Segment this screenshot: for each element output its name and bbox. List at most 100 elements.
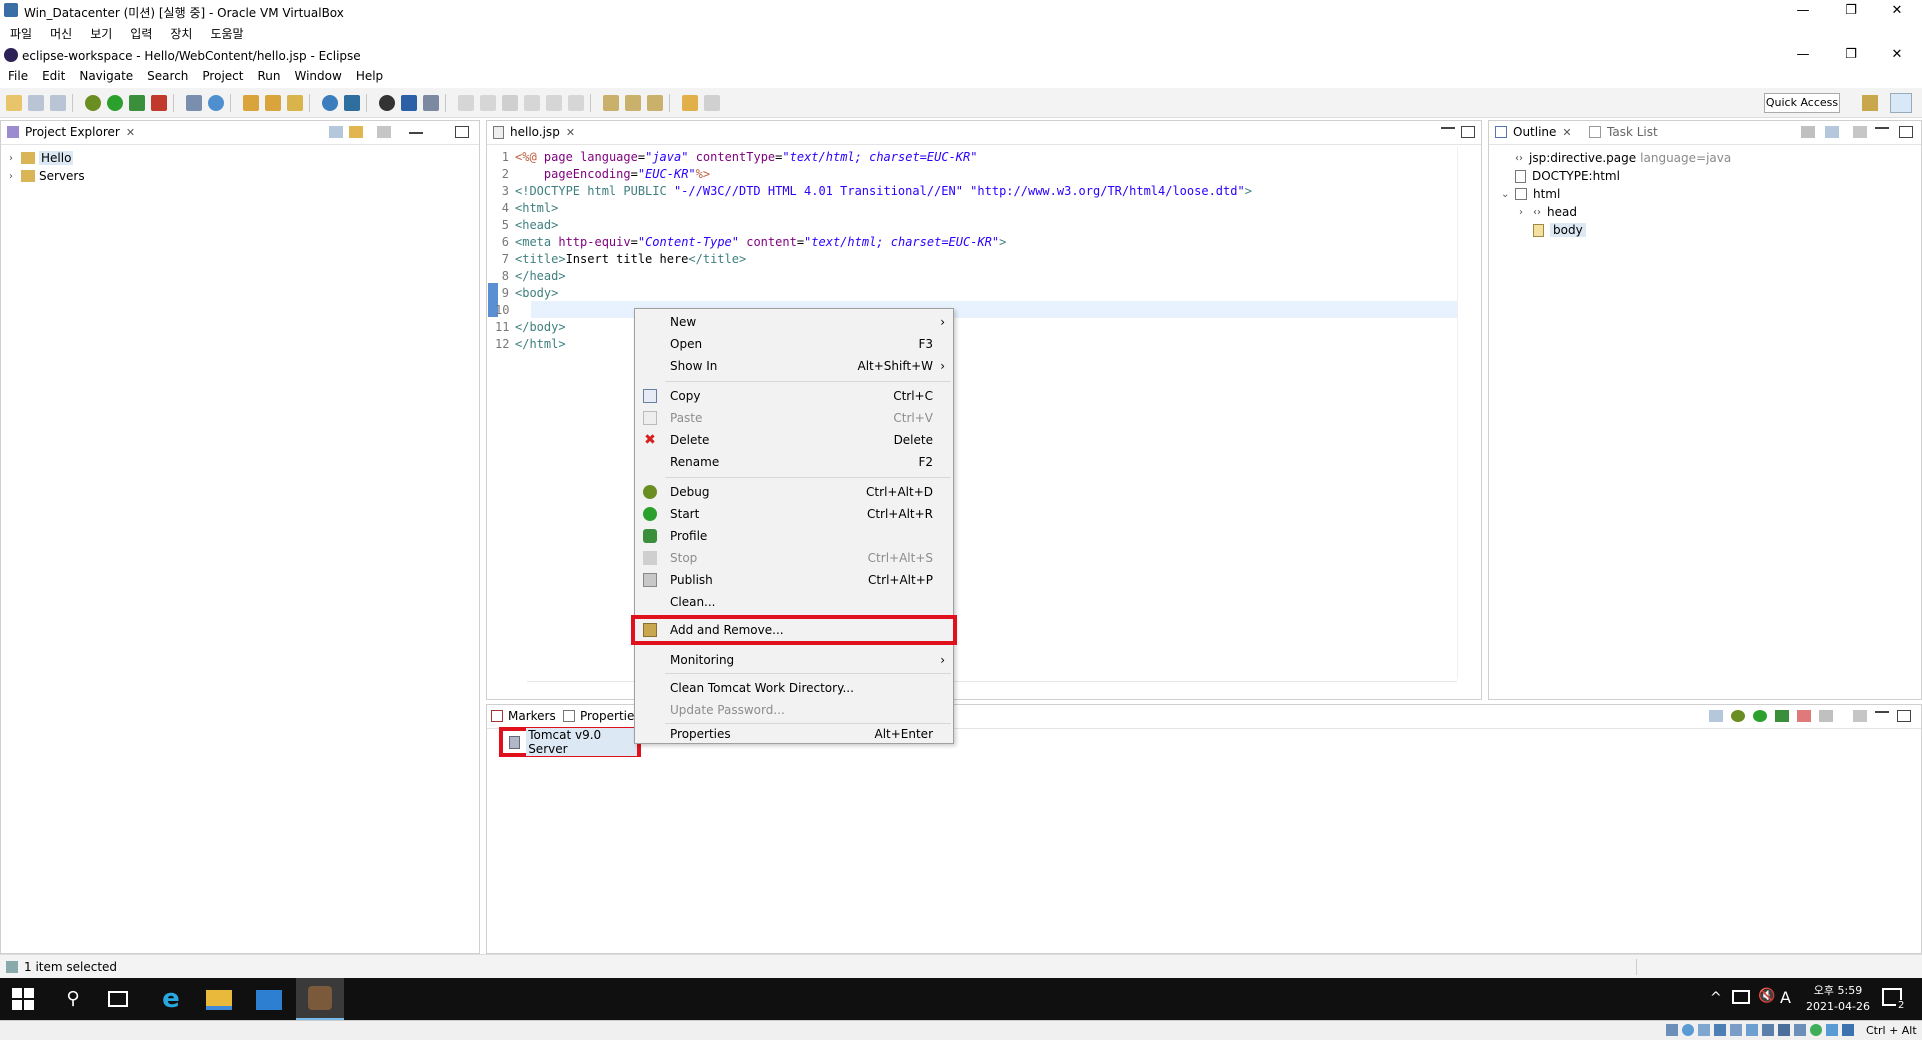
menu-item-properties[interactable]: Properties Alt+Enter <box>635 723 953 745</box>
windows-start-icon[interactable] <box>12 988 34 1010</box>
open-type-icon[interactable] <box>243 94 259 111</box>
menu-item-add-and-remove[interactable]: Add and Remove... <box>631 615 957 645</box>
menu-window[interactable]: Window <box>294 69 341 83</box>
collapse-all-icon[interactable] <box>329 126 343 138</box>
menu-item-copy[interactable]: Copy Ctrl+C <box>635 385 953 407</box>
outline-item-body[interactable]: body <box>1533 221 1586 239</box>
next-annotation-icon[interactable] <box>625 94 641 111</box>
outline-item-directive[interactable]: ‹› jsp:directive.page language=java <box>1515 149 1731 167</box>
save-all-icon[interactable] <box>50 94 66 111</box>
hard-disk-icon[interactable] <box>1666 1024 1678 1036</box>
tab-outline[interactable]: Outline ✕ <box>1495 125 1572 139</box>
open-perspective-icon[interactable] <box>1862 95 1878 111</box>
shared-folder-icon[interactable] <box>1746 1024 1758 1036</box>
java-ee-perspective-icon[interactable] <box>1890 93 1912 113</box>
new-class-icon[interactable] <box>208 94 224 111</box>
close-tab-icon[interactable]: ✕ <box>126 126 135 139</box>
mouse-integration-icon[interactable] <box>1826 1024 1838 1036</box>
menu-item-update-password[interactable]: Update Password... <box>635 699 953 721</box>
vbox-menu-devices[interactable]: 장치 <box>170 25 192 42</box>
server-row-tomcat[interactable]: Tomcat v9.0 Server <box>499 727 641 757</box>
new-icon[interactable] <box>6 94 22 111</box>
usb-icon[interactable] <box>1730 1024 1742 1036</box>
tab-hello-jsp[interactable]: hello.jsp ✕ <box>493 125 575 139</box>
menu-run[interactable]: Run <box>257 69 280 83</box>
menu-item-clean[interactable]: Clean... <box>635 591 953 613</box>
audio-icon[interactable] <box>1698 1024 1710 1036</box>
maximize-view-icon[interactable] <box>1899 126 1913 138</box>
console-icon[interactable] <box>401 94 417 111</box>
vbox-menu-help[interactable]: 도움말 <box>210 25 243 42</box>
minimize-view-icon[interactable] <box>409 132 423 134</box>
menu-item-open[interactable]: Open F3 <box>635 333 953 355</box>
menu-project[interactable]: Project <box>202 69 243 83</box>
disconnect-icon[interactable] <box>423 94 439 111</box>
menu-edit[interactable]: Edit <box>42 69 65 83</box>
vertical-scrollbar[interactable] <box>1457 147 1473 679</box>
terminate-icon[interactable] <box>502 94 518 111</box>
toggle-mark-icon[interactable] <box>603 94 619 111</box>
menu-item-debug[interactable]: Debug Ctrl+Alt+D <box>635 481 953 503</box>
view-menu-icon[interactable] <box>1853 126 1867 138</box>
back-icon[interactable] <box>682 94 698 111</box>
stop-server-icon[interactable] <box>1797 710 1811 722</box>
tab-markers[interactable]: Markers <box>491 709 556 723</box>
collapse-all-icon[interactable] <box>1709 710 1723 722</box>
profile-server-icon[interactable] <box>1775 710 1789 722</box>
search-icon[interactable]: ⚲ <box>60 986 86 1012</box>
debug-icon[interactable] <box>85 94 101 111</box>
clock-time[interactable]: 오후 5:59 <box>1808 982 1868 998</box>
keyboard-icon[interactable] <box>1842 1024 1854 1036</box>
chevron-right-icon[interactable]: › <box>1519 207 1533 218</box>
vbox-menu-input[interactable]: 입력 <box>130 25 152 42</box>
menu-item-monitoring[interactable]: Monitoring › <box>635 649 953 671</box>
outline-item-head[interactable]: › ‹› head <box>1519 203 1577 221</box>
tab-project-explorer[interactable]: Project Explorer ✕ <box>7 125 135 139</box>
menu-search[interactable]: Search <box>147 69 188 83</box>
start-server-icon[interactable] <box>1753 710 1767 722</box>
forward-icon[interactable] <box>704 94 720 111</box>
restore-icon[interactable]: ❐ <box>1828 0 1874 22</box>
tree-item-hello[interactable]: › Hello <box>9 149 74 167</box>
minimize-view-icon[interactable] <box>1875 711 1889 713</box>
tab-task-list[interactable]: Task List <box>1589 125 1658 139</box>
eclipse-close-icon[interactable]: ✕ <box>1874 44 1920 66</box>
debug-server-icon[interactable] <box>1731 710 1745 722</box>
task-view-icon[interactable] <box>108 991 128 1007</box>
volume-muted-icon[interactable]: 🔇 <box>1758 988 1775 1004</box>
save-icon[interactable] <box>28 94 44 111</box>
vbox-menu-file[interactable]: 파일 <box>10 25 32 42</box>
eclipse-restore-icon[interactable]: ❐ <box>1828 44 1874 66</box>
skip-breakpoints-icon[interactable] <box>379 94 395 111</box>
quick-access-field[interactable]: Quick Access <box>1764 93 1840 113</box>
close-tab-icon[interactable]: ✕ <box>1562 126 1571 139</box>
clock-date[interactable]: 2021-04-26 <box>1802 1000 1874 1013</box>
network-adapter-icon[interactable] <box>1714 1024 1726 1036</box>
recording-icon[interactable] <box>1778 1024 1790 1036</box>
chevron-right-icon[interactable]: › <box>9 171 21 182</box>
tree-item-servers[interactable]: › Servers <box>9 167 85 185</box>
sort-icon[interactable] <box>1801 126 1815 138</box>
menu-help[interactable]: Help <box>356 69 383 83</box>
prev-annotation-icon[interactable] <box>647 94 663 111</box>
menu-item-stop[interactable]: Stop Ctrl+Alt+S <box>635 547 953 569</box>
chevron-right-icon[interactable]: › <box>9 153 21 164</box>
chevron-down-icon[interactable]: ⌄ <box>1501 189 1515 200</box>
menu-item-start[interactable]: Start Ctrl+Alt+R <box>635 503 953 525</box>
network-icon[interactable] <box>1732 990 1750 1004</box>
view-menu-icon[interactable] <box>1853 710 1867 722</box>
collapse-all-icon[interactable] <box>1825 126 1839 138</box>
eclipse-taskbar-button[interactable] <box>296 978 344 1020</box>
step-over-icon[interactable] <box>546 94 562 111</box>
view-menu-icon[interactable] <box>377 126 391 138</box>
coverage-icon[interactable] <box>129 94 145 111</box>
minimize-icon[interactable]: — <box>1780 0 1826 22</box>
menu-item-show-in[interactable]: Show In Alt+Shift+W › <box>635 355 953 377</box>
minimize-view-icon[interactable] <box>1441 127 1455 129</box>
menu-file[interactable]: File <box>8 69 28 83</box>
menu-navigate[interactable]: Navigate <box>79 69 133 83</box>
eclipse-minimize-icon[interactable]: — <box>1780 44 1826 66</box>
vbox-menu-view[interactable]: 보기 <box>90 25 112 42</box>
publish-icon[interactable] <box>1819 710 1833 722</box>
globe-icon[interactable] <box>322 94 338 111</box>
